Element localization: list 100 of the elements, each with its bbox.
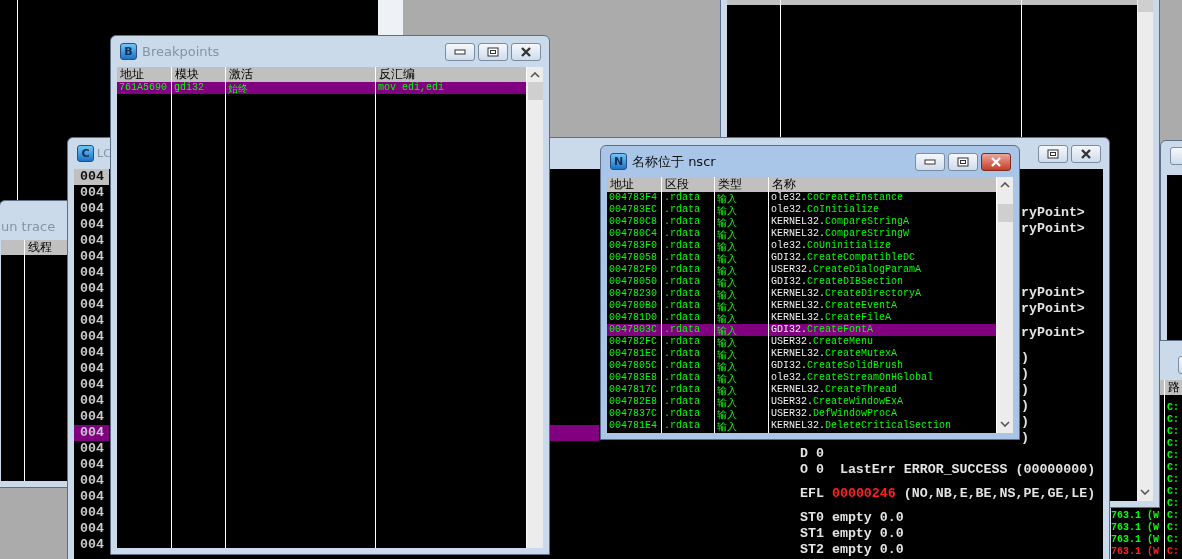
maximize-button[interactable] (478, 42, 508, 61)
scrollbar[interactable] (378, 0, 403, 35)
table-cell[interactable]: 004782F0 (607, 264, 661, 276)
table-cell[interactable]: .rdata (662, 204, 714, 216)
close-button[interactable] (981, 152, 1011, 171)
address-row[interactable]: 004 (74, 441, 109, 457)
table-cell[interactable]: 输入 (715, 300, 768, 312)
table-cell[interactable]: 004781E4 (607, 420, 661, 432)
table-cell[interactable]: 输入 (715, 240, 768, 252)
scrollbar[interactable] (527, 67, 543, 548)
table-cell[interactable]: 004783E8 (607, 372, 661, 384)
table-cell[interactable]: .rdata (662, 360, 714, 372)
table-cell[interactable]: 输入 (715, 360, 768, 372)
table-cell[interactable]: KERNEL32.CompareStringW (769, 228, 996, 240)
table-cell[interactable]: 004780C8 (607, 216, 661, 228)
address-row[interactable]: 004 (74, 537, 109, 553)
table-cell[interactable]: .rdata (662, 408, 714, 420)
scroll-thumb[interactable] (997, 204, 1013, 222)
table-cell[interactable]: 004780C4 (607, 228, 661, 240)
table-cell[interactable]: KERNEL32.CompareStringA (769, 216, 996, 228)
table-cell[interactable]: 输入 (715, 276, 768, 288)
table-cell[interactable]: .rdata (662, 192, 714, 204)
table-cell[interactable]: 004782E8 (607, 396, 661, 408)
table-cell[interactable]: 00478230 (607, 288, 661, 300)
close-button[interactable] (1071, 144, 1101, 163)
table-cell[interactable]: 0047805C (607, 360, 661, 372)
address-row[interactable]: 004 (74, 425, 109, 441)
table-cell[interactable]: .rdata (662, 396, 714, 408)
table-cell[interactable]: 输入 (715, 312, 768, 324)
maximize-button[interactable] (948, 152, 978, 171)
table-cell[interactable]: 始终 (226, 82, 375, 94)
table-cell[interactable]: .rdata (662, 384, 714, 396)
table-cell[interactable]: 004780B0 (607, 300, 661, 312)
table-cell[interactable]: 004783EC (607, 204, 661, 216)
address-row[interactable]: 004 (74, 185, 109, 201)
table-cell[interactable]: 输入 (715, 264, 768, 276)
table-cell[interactable]: .rdata (662, 312, 714, 324)
table-cell[interactable]: 00478050 (607, 276, 661, 288)
table-cell[interactable]: USER32.CreateMenu (769, 336, 996, 348)
table-cell[interactable]: KERNEL32.CreateFileA (769, 312, 996, 324)
table-cell[interactable]: .rdata (662, 336, 714, 348)
table-cell[interactable]: .rdata (662, 324, 714, 336)
table-cell[interactable]: .rdata (662, 348, 714, 360)
address-row[interactable]: 004 (74, 505, 109, 521)
table-cell[interactable]: 输入 (715, 348, 768, 360)
table-cell[interactable]: 004783F4 (607, 192, 661, 204)
scroll-thumb[interactable] (1137, 0, 1153, 12)
address-row[interactable]: 004 (74, 521, 109, 537)
address-row[interactable]: 004 (74, 457, 109, 473)
table-cell[interactable]: 输入 (715, 192, 768, 204)
table-cell[interactable]: 输入 (715, 384, 768, 396)
table-cell[interactable]: .rdata (662, 240, 714, 252)
close-button[interactable] (511, 42, 541, 61)
table-cell[interactable]: GDI32.CreateFontA (769, 324, 996, 336)
address-row[interactable]: 004 (74, 345, 109, 361)
table-cell[interactable]: GDI32.CreateDIBSection (769, 276, 996, 288)
maximize-button[interactable] (1038, 144, 1068, 163)
table-cell[interactable]: 761A5690 (117, 82, 171, 94)
table-cell[interactable]: 004781D0 (607, 312, 661, 324)
table-cell[interactable]: 004783F0 (607, 240, 661, 252)
address-row[interactable]: 004 (74, 473, 109, 489)
table-cell[interactable]: .rdata (662, 252, 714, 264)
table-cell[interactable]: KERNEL32.CreateEventA (769, 300, 996, 312)
table-cell[interactable]: GDI32.CreateCompatibleDC (769, 252, 996, 264)
table-cell[interactable]: KERNEL32.CreateDirectoryA (769, 288, 996, 300)
table-cell[interactable]: GDI32.CreateSolidBrush (769, 360, 996, 372)
address-row[interactable]: 004 (74, 313, 109, 329)
scroll-thumb[interactable] (527, 82, 543, 100)
table-cell[interactable]: 输入 (715, 336, 768, 348)
table-cell[interactable]: .rdata (662, 372, 714, 384)
address-row[interactable]: 004 (74, 409, 109, 425)
address-row[interactable]: 004 (74, 393, 109, 409)
table-cell[interactable]: USER32.CreateDialogParamA (769, 264, 996, 276)
table-cell[interactable]: 输入 (715, 396, 768, 408)
address-row[interactable]: 004 (74, 169, 109, 185)
table-cell[interactable]: gdi32 (172, 82, 225, 94)
table-cell[interactable]: 004782FC (607, 336, 661, 348)
address-row[interactable]: 004 (74, 265, 109, 281)
table-cell[interactable]: 输入 (715, 324, 768, 336)
table-cell[interactable]: 004781EC (607, 348, 661, 360)
table-cell[interactable]: KERNEL32.DeleteCriticalSection (769, 420, 996, 432)
table-cell[interactable]: .rdata (662, 300, 714, 312)
table-cell[interactable]: ole32.CreateStreamOnHGlobal (769, 372, 996, 384)
address-row[interactable]: 004 (74, 281, 109, 297)
table-cell[interactable]: KERNEL32.CreateMutexA (769, 348, 996, 360)
scrollbar[interactable] (997, 177, 1013, 433)
table-cell[interactable]: 0047817C (607, 384, 661, 396)
address-row[interactable]: 004 (74, 377, 109, 393)
table-cell[interactable]: KERNEL32.CreateThread (769, 384, 996, 396)
table-cell[interactable]: ole32.CoInitialize (769, 204, 996, 216)
table-cell[interactable]: 输入 (715, 408, 768, 420)
table-cell[interactable]: 输入 (715, 228, 768, 240)
table-cell[interactable]: 输入 (715, 420, 768, 432)
table-cell[interactable]: ole32.CoCreateInstance (769, 192, 996, 204)
table-cell[interactable]: USER32.CreateWindowExA (769, 396, 996, 408)
table-cell[interactable]: 输入 (715, 216, 768, 228)
table-cell[interactable]: 00478058 (607, 252, 661, 264)
address-row[interactable]: 004 (74, 297, 109, 313)
table-cell[interactable]: 输入 (715, 252, 768, 264)
table-cell[interactable]: .rdata (662, 264, 714, 276)
